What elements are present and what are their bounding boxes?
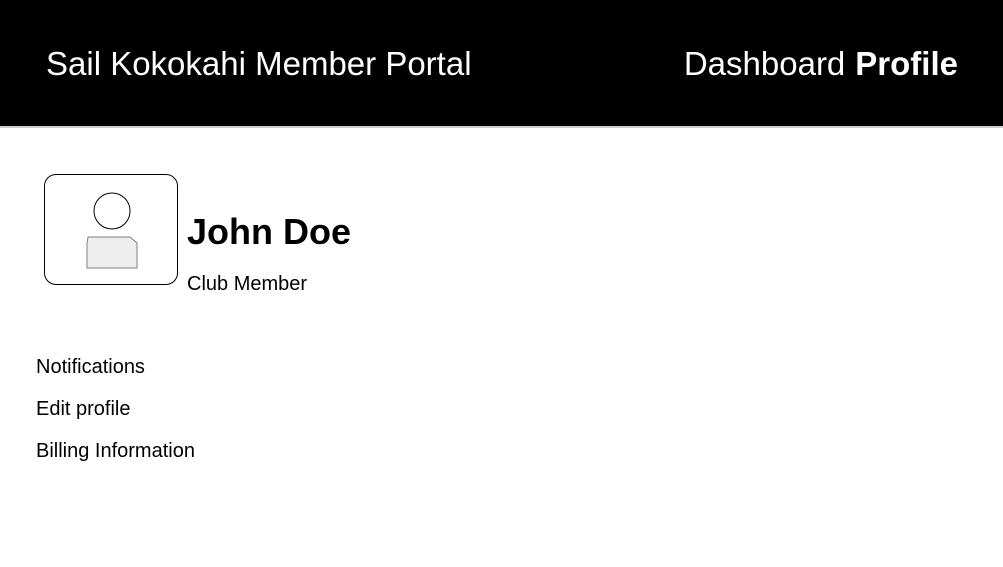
nav-link-profile[interactable]: Profile xyxy=(855,45,958,82)
avatar xyxy=(44,174,178,285)
profile-menu: Notifications Edit profile Billing Infor… xyxy=(36,356,195,482)
menu-item-notifications[interactable]: Notifications xyxy=(36,356,195,398)
user-placeholder-icon xyxy=(86,192,138,269)
profile-name: John Doe xyxy=(187,211,352,252)
menu-item-billing-information[interactable]: Billing Information xyxy=(36,440,195,482)
profile-role: Club Member xyxy=(187,273,308,295)
app-title: Sail Kokokahi Member Portal xyxy=(46,45,472,82)
top-navigation-bar: Sail Kokokahi Member Portal Dashboard Pro… xyxy=(0,0,1003,128)
menu-item-edit-profile[interactable]: Edit profile xyxy=(36,398,195,440)
nav-link-dashboard[interactable]: Dashboard xyxy=(684,45,845,82)
main-navigation: Dashboard Profile xyxy=(684,45,958,83)
